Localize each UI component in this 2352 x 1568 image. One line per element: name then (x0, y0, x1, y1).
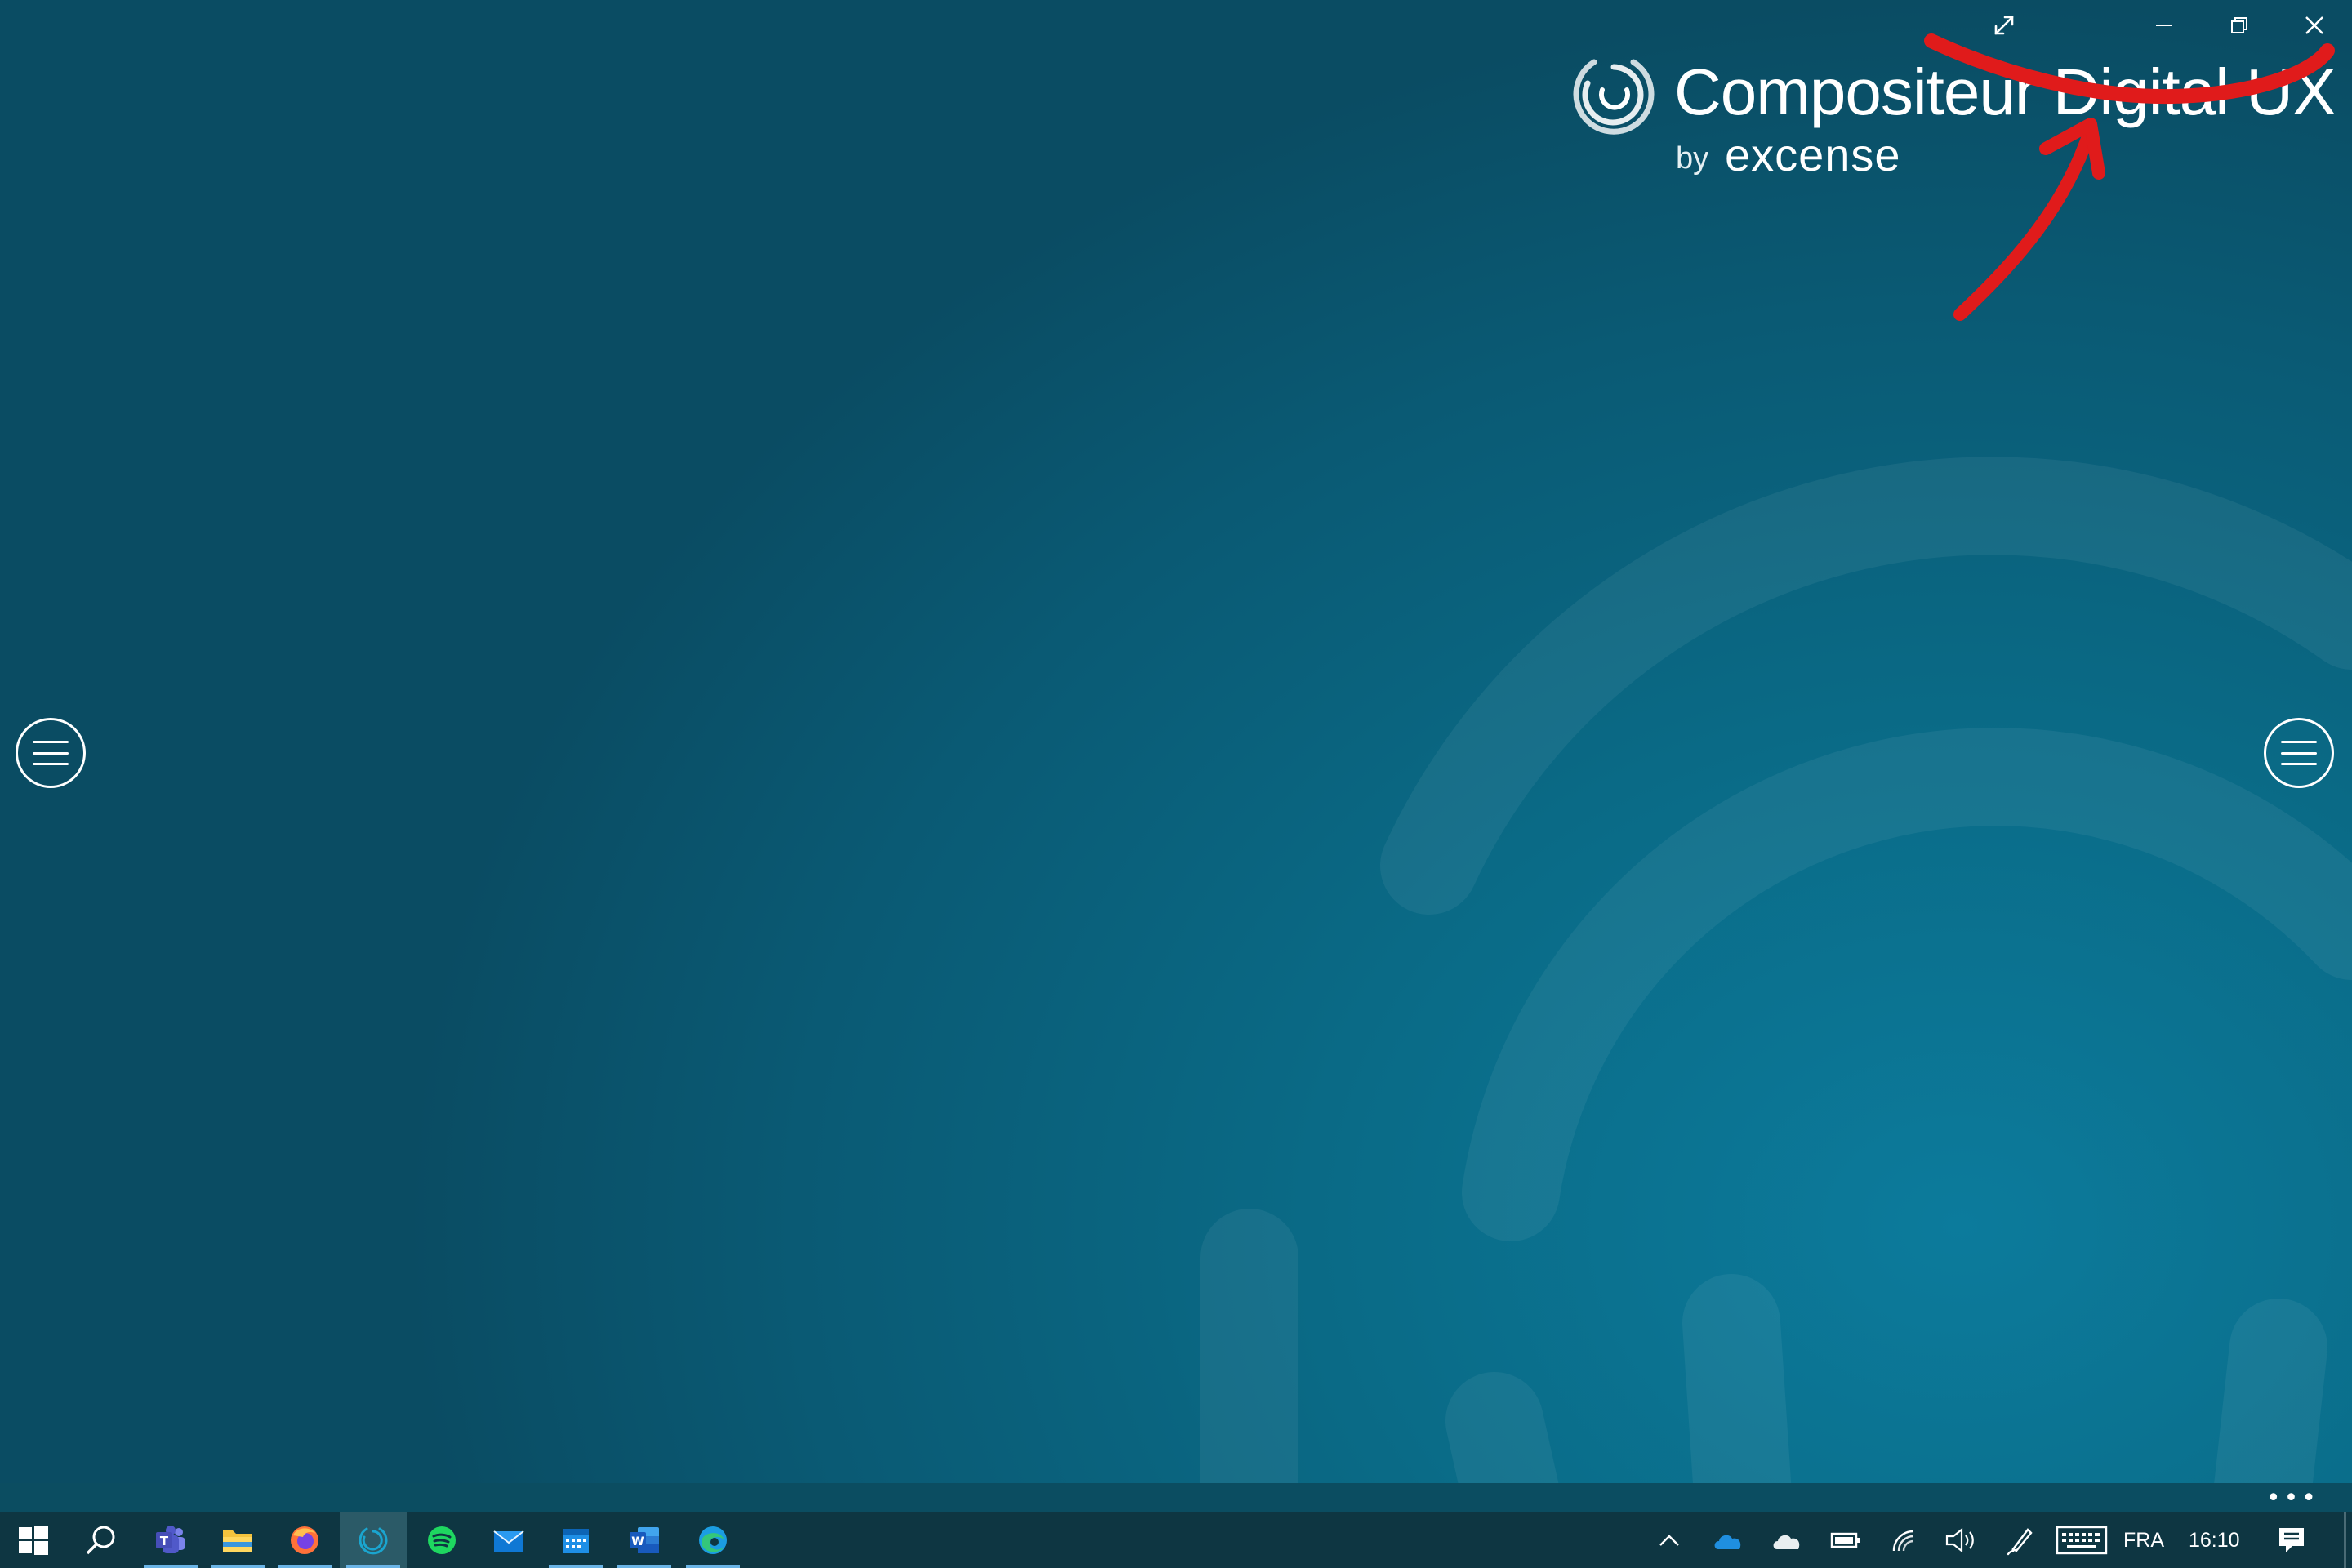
word-taskbar-button[interactable]: W (611, 1512, 678, 1568)
svg-text:T: T (160, 1534, 169, 1548)
notification-center-icon (2279, 1528, 2304, 1552)
right-menu-button[interactable] (2264, 718, 2334, 788)
edge-icon (699, 1526, 727, 1554)
app-title: Compositeur Digital UX (1674, 56, 2336, 128)
left-menu-button[interactable] (16, 718, 86, 788)
keyboard-icon (2056, 1526, 2108, 1555)
mail-taskbar-button[interactable] (475, 1512, 542, 1568)
wifi-icon (1892, 1530, 1914, 1552)
notifications-tray[interactable] (2267, 1512, 2316, 1568)
search-button[interactable] (67, 1512, 134, 1568)
background-arcs (1200, 457, 2352, 1568)
pen-workspace-tray[interactable] (1996, 1512, 2045, 1568)
compositeur-logo-icon (1573, 59, 1655, 135)
app-bar-strip (0, 1483, 2352, 1512)
svg-text:W: W (631, 1535, 644, 1548)
more-options-button[interactable]: ••• (2266, 1486, 2319, 1511)
red-annotation (1924, 33, 2335, 321)
onedrive-business-tray[interactable] (1704, 1512, 1753, 1568)
touch-keyboard-tray[interactable] (2053, 1512, 2110, 1568)
close-icon (2305, 16, 2323, 34)
battery-tray[interactable] (1821, 1512, 1870, 1568)
volume-tray[interactable] (1936, 1512, 1984, 1568)
cloud-blue-icon (1714, 1535, 1741, 1549)
calendar-icon (563, 1529, 589, 1553)
show-hidden-icons-button[interactable] (1645, 1512, 1694, 1568)
chevron-up-icon (1659, 1535, 1679, 1546)
start-button[interactable] (0, 1512, 67, 1568)
teams-taskbar-button[interactable]: T (137, 1512, 204, 1568)
hamburger-icon (33, 741, 69, 765)
clock[interactable]: 16:10 (2189, 1512, 2240, 1568)
hamburger-icon (2281, 741, 2317, 765)
battery-icon (1830, 1532, 1860, 1548)
folder-icon (223, 1530, 252, 1552)
minimize-icon (2156, 24, 2172, 26)
network-tray[interactable] (1880, 1512, 1929, 1568)
search-icon (86, 1526, 115, 1555)
minimize-button[interactable] (2127, 0, 2202, 51)
app-logo: Compositeur Digital UX by excense (1570, 49, 2336, 180)
spotify-icon (428, 1526, 456, 1554)
edge-taskbar-button[interactable] (679, 1512, 746, 1568)
pen-icon (2007, 1528, 2033, 1556)
compositeur-app-icon (359, 1527, 388, 1555)
expand-arrows-icon (1994, 16, 2014, 35)
cloud-white-icon (1773, 1535, 1800, 1549)
app-byline: by (1676, 141, 1709, 176)
show-desktop-button[interactable] (2344, 1512, 2346, 1568)
word-icon: W (630, 1527, 659, 1553)
firefox-taskbar-button[interactable] (271, 1512, 338, 1568)
compositeur-taskbar-button[interactable] (340, 1512, 407, 1568)
restore-icon (2231, 17, 2247, 33)
speaker-icon (1945, 1528, 1974, 1552)
brand-name: excense (1725, 129, 1901, 180)
restore-button[interactable] (2202, 0, 2277, 51)
input-language[interactable]: FRA (2123, 1512, 2164, 1568)
file-explorer-taskbar-button[interactable] (204, 1512, 271, 1568)
calendar-taskbar-button[interactable] (542, 1512, 609, 1568)
fullscreen-toggle-button[interactable] (1967, 0, 2042, 51)
firefox-icon (291, 1526, 318, 1554)
teams-icon: T (156, 1526, 185, 1553)
windows-logo-icon (19, 1526, 48, 1555)
onedrive-personal-tray[interactable] (1762, 1512, 1811, 1568)
mail-icon (493, 1530, 524, 1552)
close-button[interactable] (2277, 0, 2352, 51)
spotify-taskbar-button[interactable] (408, 1512, 475, 1568)
